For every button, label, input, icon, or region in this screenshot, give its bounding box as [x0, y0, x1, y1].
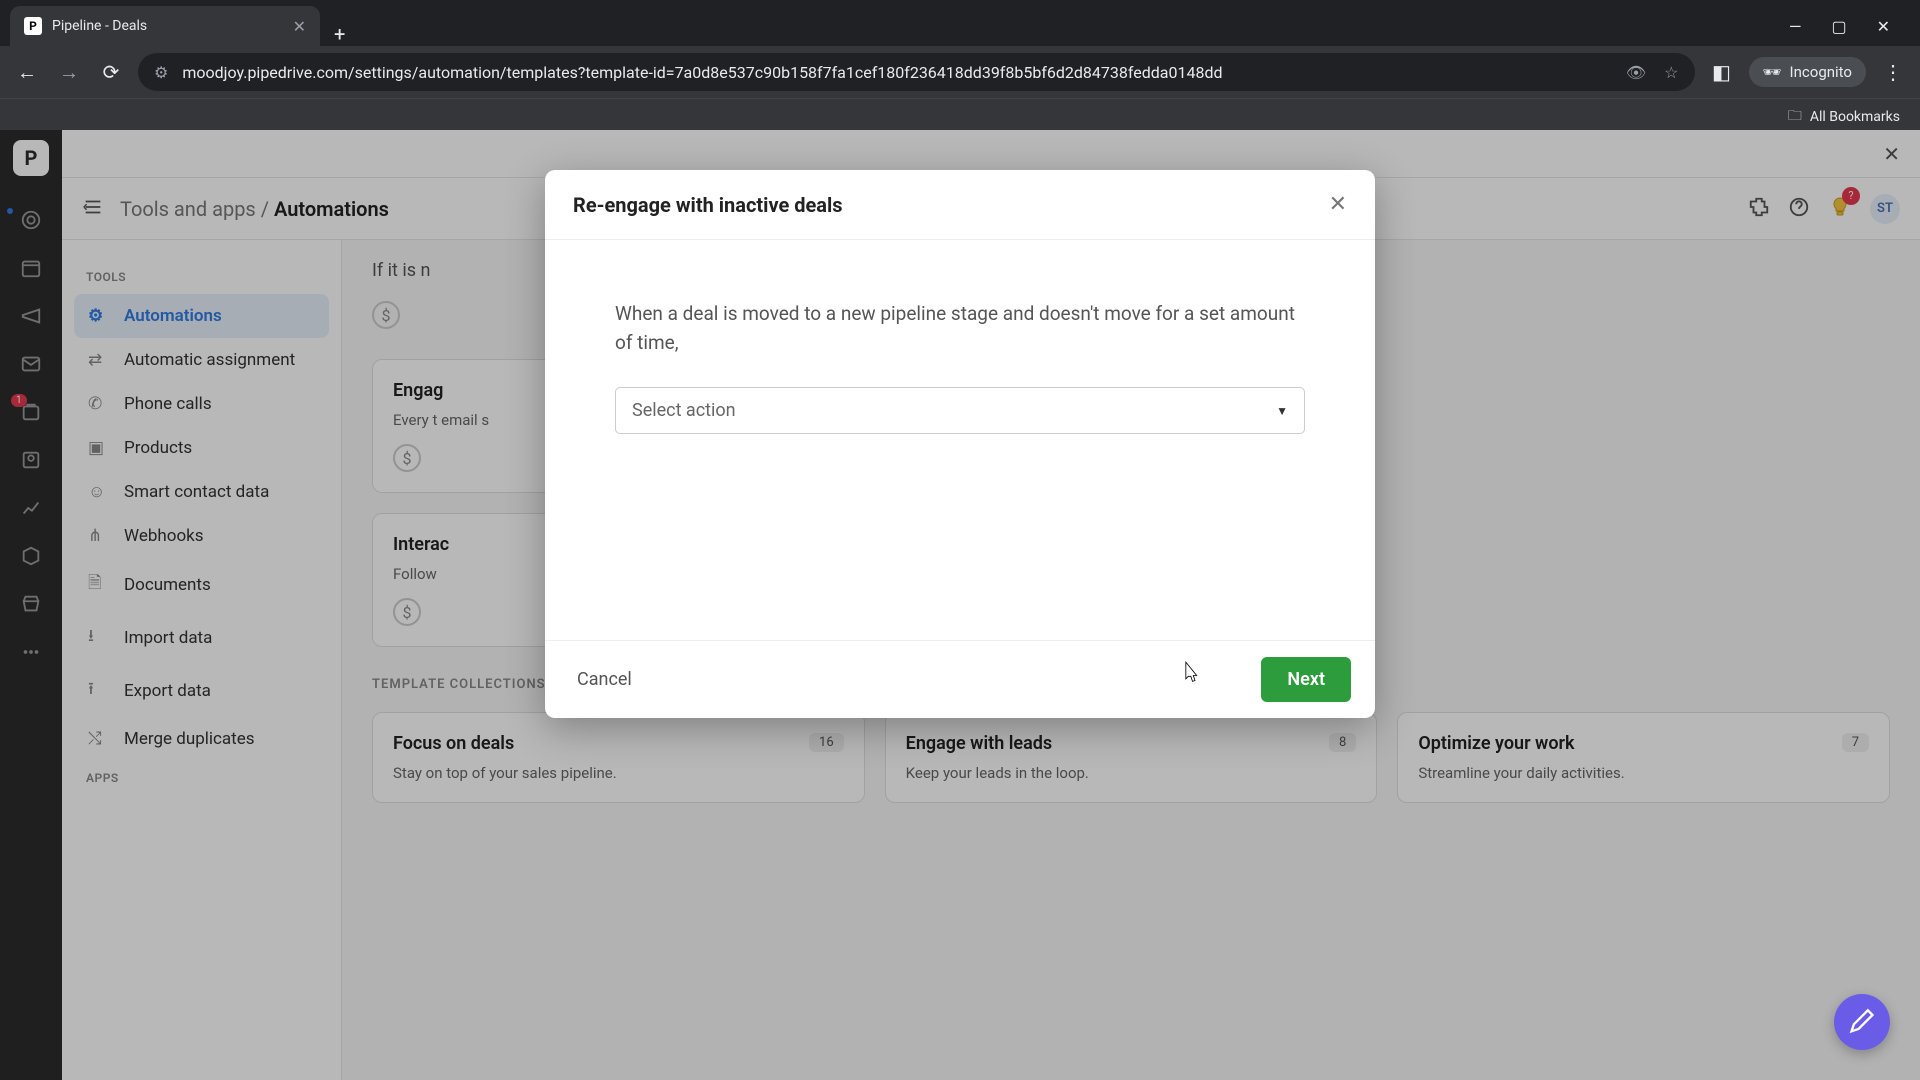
site-settings-icon[interactable]: ⚙: [154, 63, 168, 82]
menu-icon[interactable]: ⋮: [1878, 60, 1908, 84]
modal-footer: Cancel Next: [545, 640, 1375, 718]
cancel-button[interactable]: Cancel: [569, 659, 640, 700]
incognito-label: Incognito: [1790, 63, 1852, 81]
tab-close-icon[interactable]: ✕: [293, 17, 306, 36]
browser-toolbar: ← → ⟳ ⚙ moodjoy.pipedrive.com/settings/a…: [0, 46, 1920, 98]
tab-strip: P Pipeline - Deals ✕ + — ▢ ✕: [0, 0, 1920, 46]
modal-body: When a deal is moved to a new pipeline s…: [545, 240, 1375, 640]
star-icon[interactable]: ☆: [1664, 63, 1678, 82]
incognito-badge: 🕶 Incognito: [1749, 57, 1867, 87]
url-actions: 👁 ☆: [1626, 63, 1679, 82]
all-bookmarks-link[interactable]: All Bookmarks: [1810, 109, 1900, 125]
maximize-icon[interactable]: ▢: [1831, 17, 1846, 36]
tab-title: Pipeline - Deals: [52, 18, 147, 34]
close-icon[interactable]: ✕: [1329, 192, 1347, 217]
select-placeholder: Select action: [632, 400, 736, 421]
modal-description: When a deal is moved to a new pipeline s…: [615, 300, 1305, 357]
modal-header: Re-engage with inactive deals ✕: [545, 170, 1375, 240]
next-button[interactable]: Next: [1261, 657, 1351, 702]
tab-favicon: P: [24, 17, 42, 35]
minimize-icon[interactable]: —: [1789, 17, 1802, 36]
folder-icon: 🗀: [1788, 105, 1802, 129]
modal-dialog: Re-engage with inactive deals ✕ When a d…: [545, 170, 1375, 718]
browser-tab[interactable]: P Pipeline - Deals ✕: [10, 6, 320, 46]
help-fab[interactable]: [1834, 994, 1890, 1050]
close-window-icon[interactable]: ✕: [1877, 17, 1890, 36]
url-bar[interactable]: ⚙ moodjoy.pipedrive.com/settings/automat…: [138, 53, 1695, 91]
incognito-icon: 🕶: [1763, 63, 1782, 81]
window-controls: — ▢ ✕: [1769, 6, 1910, 46]
chevron-down-icon: ▼: [1276, 404, 1288, 418]
action-select[interactable]: Select action ▼: [615, 387, 1305, 434]
eye-off-icon[interactable]: 👁: [1626, 63, 1646, 82]
new-tab-button[interactable]: +: [320, 22, 359, 46]
modal-title: Re-engage with inactive deals: [573, 193, 843, 217]
forward-icon[interactable]: →: [54, 60, 84, 85]
modal-overlay: Re-engage with inactive deals ✕ When a d…: [0, 130, 1920, 1080]
reload-icon[interactable]: ⟳: [96, 60, 126, 84]
bookmarks-bar: 🗀 All Bookmarks: [0, 98, 1920, 134]
url-text: moodjoy.pipedrive.com/settings/automatio…: [182, 63, 1612, 82]
back-icon[interactable]: ←: [12, 60, 42, 85]
browser-chrome: P Pipeline - Deals ✕ + — ▢ ✕ ← → ⟳ ⚙ moo…: [0, 0, 1920, 130]
side-panel-icon[interactable]: ◧: [1707, 60, 1737, 84]
